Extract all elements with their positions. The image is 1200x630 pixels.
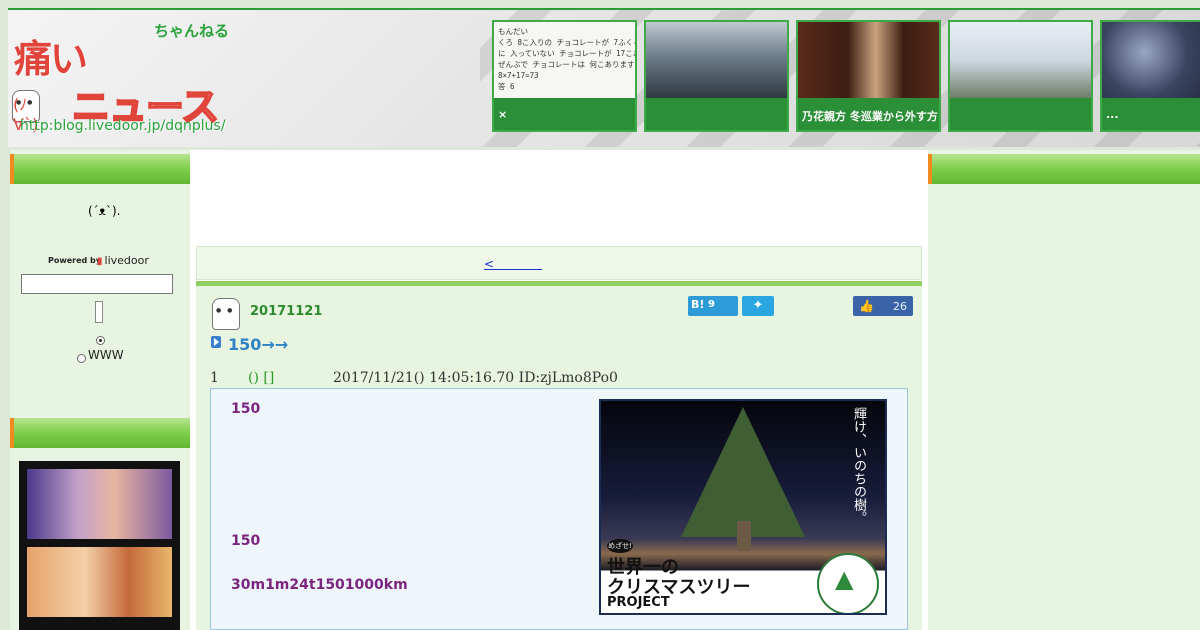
thumb-image	[1102, 22, 1200, 98]
article-image[interactable]: 輝け、いのちの樹。 めざせ! 世界一の クリスマスツリー PROJECT	[599, 399, 887, 615]
body-line: 150	[231, 401, 261, 417]
article-nav: <	[196, 246, 922, 280]
response-body: 150 150 30m1m24t1501000km 輝け、いのちの樹。 めざせ!…	[210, 388, 908, 630]
hatena-bookmark-button[interactable]: B! 9	[688, 296, 738, 316]
logo-subtitle: ちゃんねる	[154, 22, 230, 40]
response-meta: 2017/11/21() 14:05:16.70 ID:zjLmo8Po0	[333, 370, 618, 386]
thumb-2[interactable]	[644, 20, 789, 132]
sidebar-header-bar	[10, 418, 190, 448]
tree-emblem-icon	[817, 553, 879, 613]
site-header: 痛い ちゃんねる (ﾉ∀`) ニュース http:blog.livedoor.j…	[8, 8, 1200, 147]
play-icon	[211, 336, 221, 348]
search-input[interactable]	[21, 274, 173, 294]
facebook-like-count: 26	[893, 300, 907, 313]
prev-article-link[interactable]: <	[484, 255, 542, 272]
article-title[interactable]: 150→→	[228, 335, 288, 354]
article: 20171121 B! 9 ✦ 👍 26 150→→ 1 () [] 2017/…	[196, 286, 922, 630]
avatar-icon	[212, 298, 240, 330]
image-vertical-text: 輝け、いのちの樹。	[851, 407, 866, 524]
search-radio-site[interactable]	[96, 336, 105, 345]
tree-graphic	[681, 407, 805, 537]
thumb-1[interactable]: もんだい くろ 8こ入りの チョコレートが 7ふくろと に 入っていない チョコ…	[492, 20, 637, 132]
ad-image-top	[27, 469, 172, 539]
powered-by-label: Powered by	[48, 256, 101, 265]
response-name: () []	[248, 370, 275, 386]
image-title-line3: PROJECT	[607, 595, 670, 610]
thumb-caption: ...	[1106, 108, 1119, 121]
site-logo[interactable]: 痛い ちゃんねる (ﾉ∀`) ニュース http:blog.livedoor.j…	[12, 18, 234, 138]
image-badge: めざせ!	[607, 539, 633, 553]
header-thumbnails: もんだい くろ 8こ入りの チョコレートが 7ふくろと に 入っていない チョコ…	[492, 20, 1200, 132]
hatena-count: 9	[708, 299, 715, 310]
thumb-image	[646, 22, 787, 98]
thumb-image	[798, 22, 939, 98]
thumb-image	[950, 22, 1091, 98]
logo-title: 痛い	[14, 36, 88, 81]
sidebar-ad-image[interactable]	[19, 461, 180, 630]
livedoor-logo[interactable]: livedoor	[97, 254, 149, 267]
response-number: 1	[210, 370, 219, 386]
thumb-3[interactable]: 乃花親方 冬巡業から外す方	[796, 20, 941, 132]
hatena-label: B!	[691, 298, 705, 311]
search-radio-www[interactable]	[77, 354, 86, 363]
bird-icon: ✦	[752, 298, 764, 313]
body-line: 150	[231, 533, 261, 549]
twitter-share-button[interactable]: ✦	[742, 296, 774, 316]
radio-www-label: WWW	[88, 348, 124, 362]
sidebar-header-bar	[10, 154, 190, 184]
thumb-note-text: もんだい くろ 8こ入りの チョコレートが 7ふくろと に 入っていない チョコ…	[498, 27, 635, 91]
right-sidebar	[928, 150, 1200, 630]
thumb-caption: 乃花親方 冬巡業から外す方	[802, 110, 938, 123]
right-sidebar-header-bar	[928, 154, 1200, 184]
ad-image-bottom	[27, 547, 172, 617]
article-date: 20171121	[250, 304, 323, 319]
sidebar-icon: (´ᴥ`).	[88, 204, 121, 218]
thumbs-up-icon: 👍	[859, 299, 874, 313]
thumb-4[interactable]	[948, 20, 1093, 132]
logo-url: http:blog.livedoor.jp/dqnplus/	[20, 118, 226, 134]
body-line: 30m1m24t1501000km	[231, 577, 408, 593]
tree-trunk	[737, 521, 751, 551]
search-button[interactable]	[95, 301, 103, 323]
thumb-caption: ×	[498, 108, 508, 121]
facebook-like-button[interactable]: 👍 26	[853, 296, 913, 316]
thumb-5[interactable]: ...	[1100, 20, 1200, 132]
thumb-image: もんだい くろ 8こ入りの チョコレートが 7ふくろと に 入っていない チョコ…	[494, 22, 635, 98]
